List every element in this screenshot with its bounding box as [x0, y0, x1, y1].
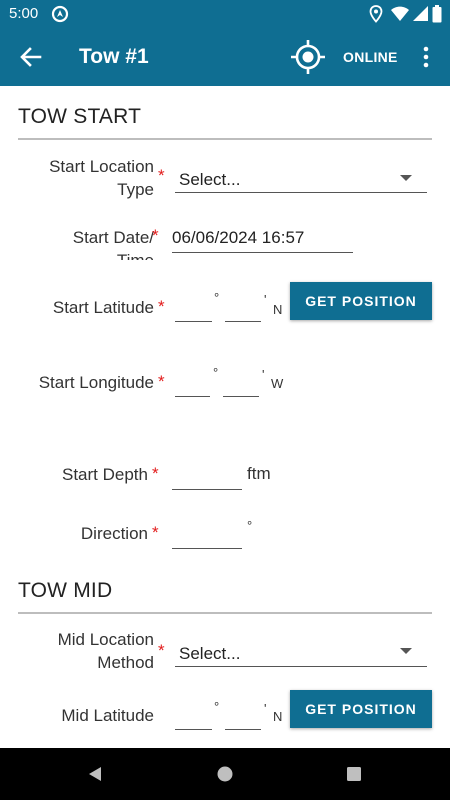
start-lat-degrees-input[interactable] [175, 321, 212, 322]
start-lat-minutes-input[interactable] [225, 321, 261, 322]
degree-symbol: ° [213, 365, 219, 380]
section-divider [18, 138, 432, 140]
date-underline [172, 252, 353, 253]
tow-start-heading: TOW START [18, 105, 142, 128]
nav-recents-icon[interactable] [345, 765, 363, 783]
depth-unit: ftm [247, 464, 271, 483]
direction-input[interactable] [172, 548, 242, 549]
required-marker: * [152, 464, 159, 483]
start-latitude-label: Start Latitude [52, 298, 154, 317]
mid-lat-hemisphere[interactable]: N [273, 709, 282, 724]
back-arrow-icon[interactable] [18, 44, 44, 70]
mid-get-position-button[interactable]: GET POSITION [290, 690, 432, 728]
dropdown-caret-icon [400, 175, 412, 181]
start-lon-minutes-input[interactable] [223, 396, 259, 397]
required-marker: * [158, 641, 165, 660]
required-marker: * [152, 523, 159, 542]
section-divider [18, 612, 432, 614]
required-marker: * [158, 166, 165, 185]
nav-back-icon[interactable] [86, 765, 104, 783]
start-date-time-label-clip: Start Date/ Time [0, 226, 160, 260]
system-nav-bar [0, 748, 450, 800]
dropdown-caret-icon [400, 648, 412, 654]
start-location-type-value: Select... [179, 170, 241, 189]
direction-label: Direction [80, 524, 148, 543]
status-bar: 5:00 [0, 0, 450, 28]
mid-lat-degrees-input[interactable] [175, 729, 212, 730]
mid-location-method-label: Mid Location Method [57, 630, 154, 672]
start-longitude-label: Start Longitude [38, 373, 154, 392]
app-bar: Tow #1 ONLINE [0, 28, 450, 86]
page-title: Tow #1 [79, 45, 149, 68]
navigation-icon [51, 5, 69, 23]
start-location-type-label: Start Location Type [49, 157, 154, 199]
start-depth-input[interactable] [172, 489, 242, 490]
start-lon-degrees-input[interactable] [175, 396, 210, 397]
select-underline [175, 666, 427, 667]
minute-symbol: ' [264, 701, 267, 716]
direction-unit: ° [247, 518, 253, 533]
mid-lat-minutes-input[interactable] [225, 729, 261, 730]
start-lon-hemisphere[interactable]: W [271, 376, 283, 391]
location-pin-icon [369, 5, 383, 23]
mid-latitude-label: Mid Latitude [61, 706, 154, 725]
signal-icon [413, 6, 428, 21]
start-depth-label: Start Depth [62, 465, 148, 484]
required-marker: * [158, 297, 165, 316]
gps-target-icon[interactable] [291, 40, 325, 74]
online-status: ONLINE [343, 49, 398, 65]
tow-mid-heading: TOW MID [18, 579, 113, 602]
start-lat-hemisphere[interactable]: N [273, 302, 282, 317]
start-date-time-input[interactable]: 06/06/2024 16:57 [172, 228, 304, 248]
wifi-icon [391, 6, 409, 21]
battery-icon [432, 5, 442, 23]
degree-symbol: ° [214, 699, 220, 714]
more-vert-icon[interactable] [416, 45, 436, 69]
select-underline [175, 192, 427, 193]
start-date-time-label: Start Date/ Time [72, 228, 154, 260]
required-marker: * [152, 226, 159, 245]
mid-location-method-value: Select... [179, 644, 241, 663]
status-time: 5:00 [9, 5, 39, 22]
get-position-button[interactable]: GET POSITION [290, 282, 432, 320]
minute-symbol: ' [262, 367, 265, 382]
required-marker: * [158, 372, 165, 391]
nav-home-icon[interactable] [216, 765, 234, 783]
minute-symbol: ' [264, 292, 267, 307]
degree-symbol: ° [214, 290, 220, 305]
